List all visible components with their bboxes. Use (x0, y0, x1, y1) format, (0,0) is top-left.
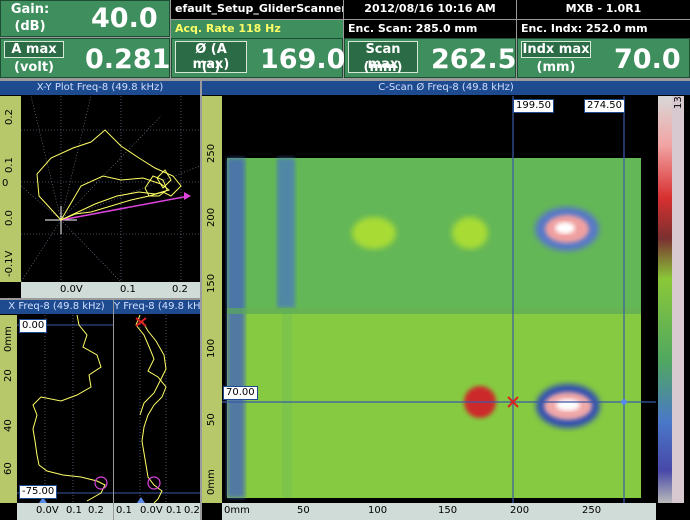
phase-amax-value: 169.0 (260, 44, 346, 75)
x-strip-title: X Freq-8 (49.8 kHz) (0, 300, 113, 314)
x-strip-x-tick-label: 0.1 (2, 505, 18, 516)
scan-max-unit: (mm) (363, 60, 403, 75)
x-strip-y-tick-label: 40 (3, 419, 14, 432)
y-strip-x-tick-label: 0.0V (140, 505, 163, 516)
x-strip-cursor-top[interactable]: 0.00 (19, 319, 48, 333)
gain-label: Gain: (10, 2, 50, 17)
cscan-title: C-Scan Ø Freq-8 (49.8 kHz) (202, 81, 690, 95)
xy-y-tick-label: 0.0 (4, 210, 15, 226)
indx-max-value: 70.0 (614, 44, 681, 75)
x-strip-y-tick-label: 20 (3, 369, 14, 382)
y-strip-canvas[interactable] (114, 315, 200, 503)
cscan-x-tick-label: 250 (582, 505, 602, 516)
x-strip-cursor-bottom[interactable]: -75.00 (19, 485, 58, 499)
cscan-y-tick-label: 50 (206, 413, 217, 426)
gain-unit: (dB) (14, 19, 46, 34)
y-strip-x-tick-label: 0.1 (166, 505, 182, 516)
amax-readout[interactable]: A max (volt) 0.281 (0, 38, 170, 78)
gain-readout[interactable]: Gain: (dB) 40.0 (0, 0, 170, 37)
indx-max-label: Indx max (521, 41, 591, 58)
cscan-cursor-scan-2[interactable]: 274.50 (584, 99, 625, 113)
xy-plot-panel[interactable]: X-Y Plot Freq-8 (49.8 kHz) 0.2 0.1 0.0 -… (0, 81, 200, 298)
xy-y-tick-label: 0.1 (4, 157, 15, 173)
xy-y-tick-label: -0.1V (4, 250, 15, 277)
cscan-y-tick-label: 150 (206, 273, 217, 293)
cscan-x-tick-label: 50 (297, 505, 310, 516)
x-strip-x-tick-label: 0.0V (36, 505, 59, 516)
x-strip-canvas[interactable] (17, 315, 113, 503)
gain-value: 40.0 (91, 3, 158, 34)
xy-y-tick-label: 0.2 (4, 109, 15, 125)
amax-label: A max (4, 41, 64, 58)
cscan-x-tick-label: 0mm (224, 505, 250, 516)
enc-indx-label: Enc. Indx: 252.0 mm (517, 20, 690, 39)
phase-amax-readout[interactable]: Ø (A max) (°) 169.0 (171, 38, 346, 78)
indx-max-readout[interactable]: Indx max (mm) 70.0 (517, 38, 690, 78)
xy-plot-title: X-Y Plot Freq-8 (49.8 kHz) (0, 81, 200, 95)
cscan-color-scale-label: 13 (673, 96, 684, 109)
cscan-y-tick-label: 250 (206, 143, 217, 163)
cscan-y-tick-label: 100 (206, 338, 217, 358)
xy-plot-canvas[interactable] (21, 96, 200, 282)
x-strip-x-tick-label: 0.1 (66, 505, 82, 516)
y-strip-x-tick-label: 0.1 (116, 505, 132, 516)
cscan-x-tick-label: 100 (368, 505, 388, 516)
setup-file-label: efault_Setup_GliderScanner.c (171, 0, 343, 19)
xy-x-tick-label: 0.1 (120, 284, 136, 295)
datetime-label: 2012/08/16 10:16 AM (344, 0, 516, 19)
phase-amax-unit: (°) (201, 60, 221, 75)
xy-x-tick-label: 0.0V (60, 284, 83, 295)
enc-scan-label: Enc. Scan: 285.0 mm (344, 20, 516, 39)
amax-value: 0.281 (85, 44, 171, 75)
xy-x-tick-label: 0.2 (172, 284, 188, 295)
device-label: MXB - 1.0R1 (517, 0, 690, 19)
cscan-color-scale (658, 96, 684, 503)
cscan-cursor-scan-1[interactable]: 199.50 (513, 99, 554, 113)
scan-max-value: 262.5 (431, 44, 517, 75)
cscan-y-tick-label: 0mm (206, 469, 217, 495)
xy-y-axis-marker: 0 (2, 178, 9, 189)
cscan-x-tick-label: 150 (438, 505, 458, 516)
amax-unit: (volt) (14, 60, 54, 75)
cscan-canvas[interactable] (222, 96, 656, 503)
y-strip-panel[interactable]: Y Freq-8 (49.8 kHz) 0.1 0.0V 0.1 0.2 (114, 300, 200, 520)
scan-max-readout[interactable]: Scan max (mm) 262.5 (344, 38, 516, 78)
cscan-x-tick-label: 200 (510, 505, 530, 516)
x-strip-y-tick-label: 60 (3, 462, 14, 475)
x-strip-x-tick-label: 0.2 (88, 505, 104, 516)
cscan-cursor-index[interactable]: 70.00 (223, 386, 258, 400)
cscan-y-tick-label: 200 (206, 207, 217, 227)
acq-rate-label: Acq. Rate 118 Hz (171, 20, 343, 39)
cscan-panel[interactable]: C-Scan Ø Freq-8 (49.8 kHz) 250 200 150 1… (202, 81, 690, 520)
indx-max-unit: (mm) (536, 60, 576, 75)
x-strip-panel[interactable]: X Freq-8 (49.8 kHz) 0mm 20 40 60 0.1 0.0… (0, 300, 113, 520)
y-strip-x-tick-label: 0.2 (184, 505, 200, 516)
x-strip-y-tick-label: 0mm (3, 326, 14, 352)
y-strip-title: Y Freq-8 (49.8 kHz) (114, 300, 200, 314)
